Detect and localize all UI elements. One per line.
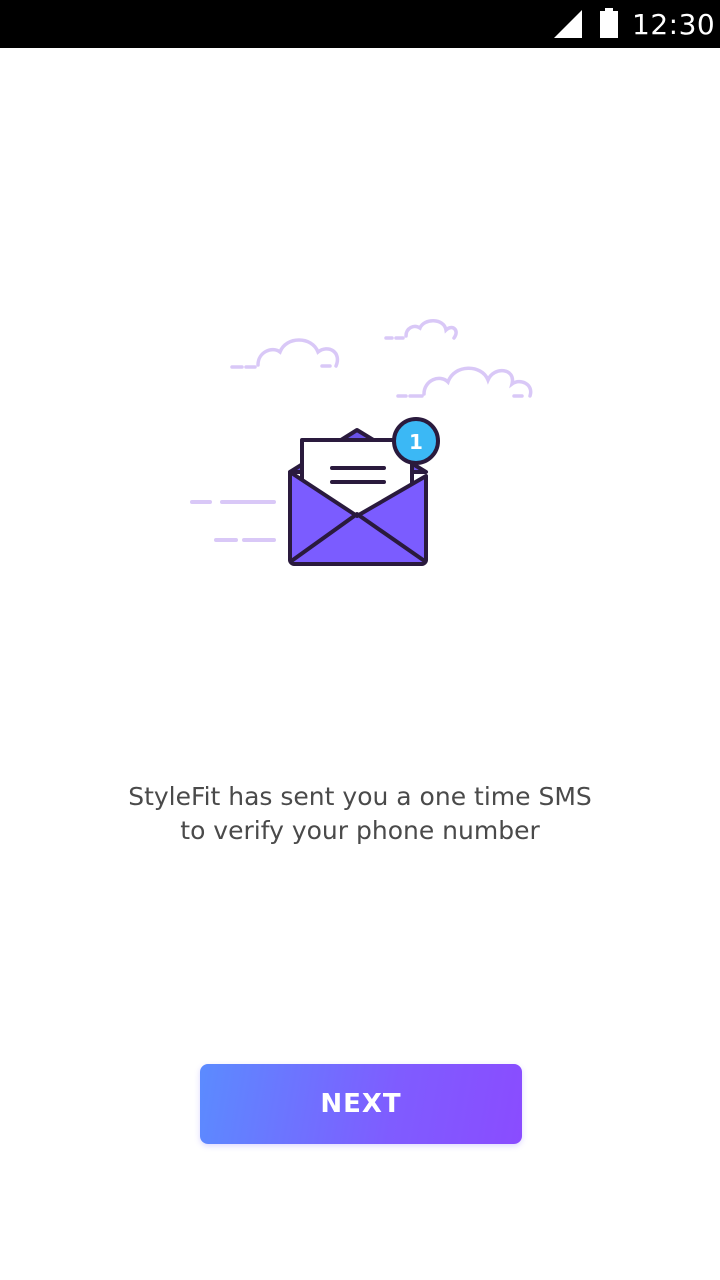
envelope-notification-icon: 1 (190, 319, 533, 566)
badge-count: 1 (409, 430, 423, 454)
status-bar: 12:30 (0, 0, 720, 48)
next-button[interactable]: NEXT (200, 1064, 522, 1144)
status-time: 12:30 (632, 8, 716, 41)
message-line-1: StyleFit has sent you a one time SMS (128, 782, 592, 811)
message-line-2: to verify your phone number (180, 816, 540, 845)
battery-icon (600, 8, 618, 38)
cell-signal-icon (554, 10, 582, 38)
verification-message: StyleFit has sent you a one time SMS to … (60, 780, 660, 848)
sms-verification-screen: 12:30 1 StyleFit has sent you a one time… (0, 0, 720, 1280)
